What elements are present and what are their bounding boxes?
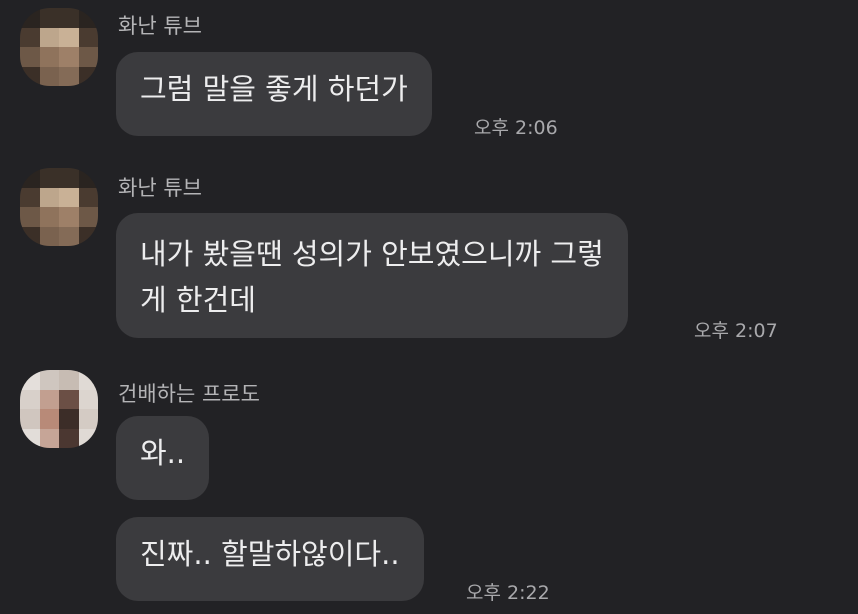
sender-name: 건배하는 프로도 (118, 382, 260, 406)
sender-name: 화난 튜브 (118, 14, 202, 38)
avatar[interactable] (20, 370, 98, 448)
message-timestamp: 오후 2:07 (694, 320, 778, 342)
avatar[interactable] (20, 8, 98, 86)
message-bubble[interactable]: 내가 봤을땐 성의가 안보였으니까 그렇 게 한건데 (116, 213, 628, 338)
message-timestamp: 오후 2:22 (466, 582, 550, 604)
sender-name: 화난 튜브 (118, 176, 202, 200)
message-timestamp: 오후 2:06 (474, 117, 558, 139)
message-text-line: 내가 봤을땐 성의가 안보였으니까 그렇 (140, 237, 604, 271)
message-bubble[interactable]: 그럼 말을 좋게 하던가 (116, 52, 432, 136)
message-text-line: 게 한건데 (140, 283, 256, 317)
message-text: 와.. (140, 436, 186, 470)
message-text: 그럼 말을 좋게 하던가 (140, 72, 408, 106)
message-bubble[interactable]: 와.. (116, 416, 210, 500)
message-bubble[interactable]: 진짜.. 할말하않이다.. (116, 517, 424, 601)
avatar[interactable] (20, 168, 98, 246)
message-text: 진짜.. 할말하않이다.. (140, 537, 400, 571)
